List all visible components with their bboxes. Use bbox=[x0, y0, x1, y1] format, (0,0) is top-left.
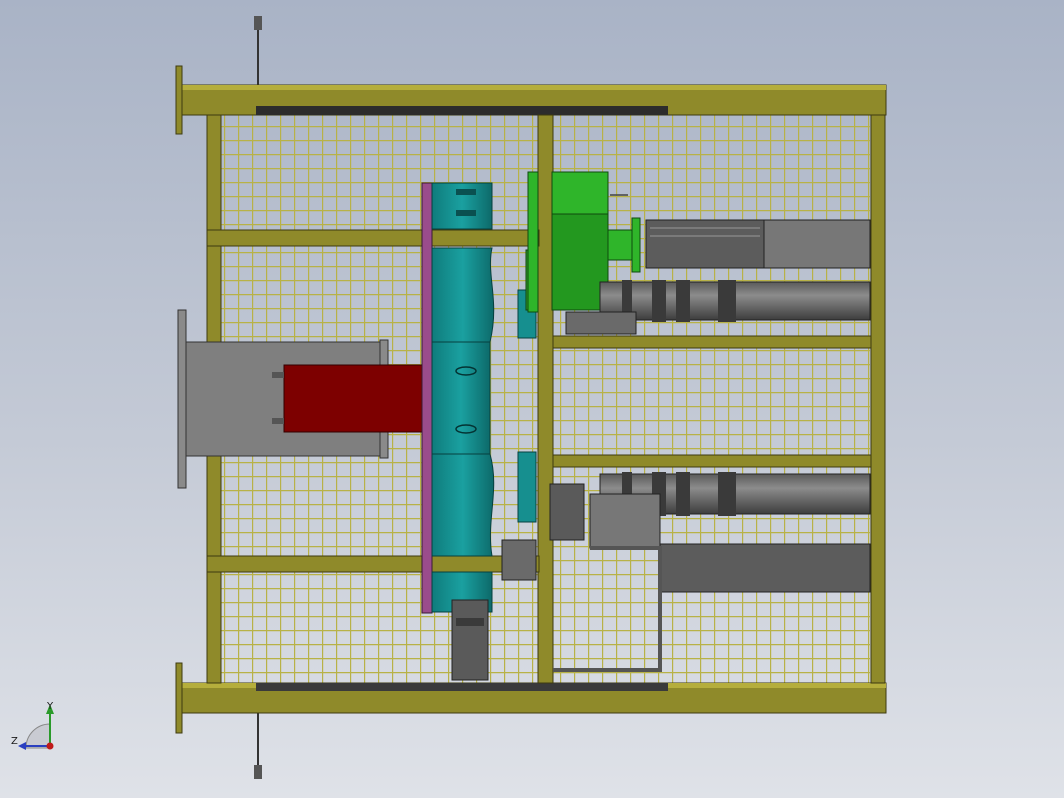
lower-motor[interactable] bbox=[451, 599, 489, 681]
top-rail bbox=[256, 106, 668, 115]
red-block[interactable] bbox=[283, 364, 423, 433]
axis-z-label: Z bbox=[11, 736, 18, 747]
axis-triad-icon: Y Z bbox=[11, 701, 54, 750]
crossbar-lower-left[interactable] bbox=[206, 555, 540, 573]
right-post[interactable] bbox=[870, 114, 886, 684]
teal-column[interactable] bbox=[431, 182, 495, 681]
bottom-rail bbox=[256, 683, 668, 691]
center-post[interactable] bbox=[537, 114, 554, 684]
crossbar-upper-right[interactable] bbox=[552, 335, 872, 349]
cad-viewport[interactable]: Y Z bbox=[0, 0, 1064, 798]
machine-assembly-drawing: Y Z bbox=[11, 16, 887, 779]
purple-guide bbox=[421, 182, 433, 614]
crossbar-upper-left[interactable] bbox=[206, 229, 540, 247]
crossbar-lower-right[interactable] bbox=[552, 454, 872, 468]
axis-y-label: Y bbox=[46, 701, 54, 712]
